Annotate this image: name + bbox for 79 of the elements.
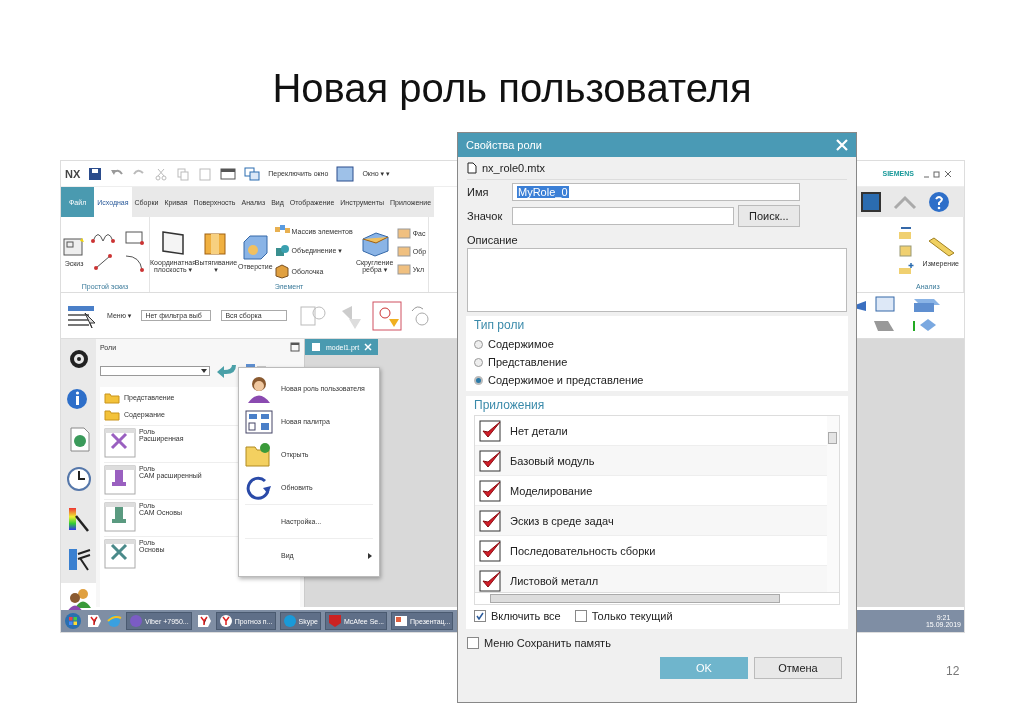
slides-icon <box>394 614 409 628</box>
icon-field[interactable] <box>512 207 734 225</box>
checkbox[interactable] <box>479 479 501 502</box>
close-icon[interactable] <box>836 139 848 151</box>
field-label: Описание <box>467 234 519 248</box>
radio-button[interactable] <box>474 339 483 349</box>
vertical-scrollbar[interactable] <box>827 416 839 592</box>
radio-label: Содержимое <box>488 338 554 350</box>
window-icon[interactable] <box>336 165 355 182</box>
hole-icon <box>241 232 270 261</box>
document-icon <box>467 162 477 174</box>
plane-icon <box>159 228 187 257</box>
start-icon[interactable] <box>64 612 82 630</box>
unite-icon <box>273 243 290 259</box>
clock-icon[interactable] <box>65 466 92 492</box>
role-card-icon <box>104 428 136 458</box>
caret-icon <box>201 369 207 373</box>
radio-label: Содержимое и представление <box>488 374 644 386</box>
browser-icon[interactable] <box>86 613 102 629</box>
display-icon[interactable] <box>860 191 882 213</box>
folder-icon <box>104 408 120 421</box>
checkbox-label: Только текущий <box>591 610 673 622</box>
save-icon[interactable] <box>88 166 103 181</box>
field-label: Значок <box>467 210 504 222</box>
field-label: Имя <box>467 186 490 198</box>
sketch-icon <box>62 235 86 258</box>
field-value: MyRole_0 <box>517 186 569 198</box>
close-icon <box>364 343 373 351</box>
app-logo: NX <box>65 167 81 180</box>
scroll-thumb[interactable] <box>490 594 780 603</box>
checkbox[interactable] <box>479 419 501 442</box>
open-folder-icon <box>245 440 273 469</box>
shell-icon <box>273 263 290 279</box>
palette-icon <box>245 407 273 436</box>
description-field[interactable] <box>467 248 847 312</box>
add-component-icon[interactable] <box>896 262 915 276</box>
horizontal-scrollbar[interactable] <box>474 593 840 605</box>
back-arrow-icon[interactable] <box>216 363 238 379</box>
checkbox[interactable] <box>479 449 501 472</box>
checkbox[interactable] <box>574 610 587 622</box>
section-title: Приложения <box>474 398 546 412</box>
slide-title: Новая роль пользователя <box>271 66 753 111</box>
checkbox[interactable] <box>474 610 486 622</box>
role-card-icon <box>104 465 136 495</box>
checkbox-label: Меню Сохранить память <box>484 637 611 649</box>
help-icon[interactable] <box>928 191 950 213</box>
cancel-button[interactable]: Отмена <box>754 657 842 679</box>
submenu-arrow-icon <box>367 551 373 560</box>
roles-dropdown[interactable] <box>100 366 210 376</box>
checkbox[interactable] <box>479 539 501 562</box>
checkbox[interactable] <box>479 509 501 532</box>
section-title: Тип роли <box>474 318 526 332</box>
page-number: 12 <box>946 664 960 678</box>
name-field[interactable]: MyRole_0 <box>512 183 800 201</box>
checkbox[interactable] <box>479 569 501 592</box>
maximize-icon[interactable] <box>290 342 300 352</box>
role-card-icon <box>104 502 136 532</box>
checkbox[interactable] <box>467 637 479 649</box>
search-button[interactable]: Поиск... <box>738 205 800 227</box>
list-row[interactable]: Листовой металл <box>475 566 827 592</box>
role-card-icon <box>104 539 136 569</box>
shield-icon <box>327 614 342 628</box>
switch-window-icon[interactable] <box>244 166 261 181</box>
browser-icon <box>218 614 233 628</box>
browser-icon[interactable] <box>195 613 212 629</box>
radio-label: Представление <box>488 356 568 368</box>
file-name: nx_role0.mtx <box>482 162 545 174</box>
checkbox-label: Включить все <box>491 610 561 622</box>
folder-icon <box>104 391 120 404</box>
list-row[interactable]: Базовый модуль <box>475 446 827 476</box>
list-row[interactable]: Эскиз в среде задач <box>475 506 827 536</box>
scroll-thumb[interactable] <box>828 432 837 444</box>
user-icon <box>245 374 273 403</box>
radio-button[interactable] <box>474 375 483 385</box>
radio-button[interactable] <box>474 357 483 367</box>
window-icon[interactable] <box>220 166 237 181</box>
part-icon <box>311 342 321 352</box>
dialog-title: Свойства роли <box>466 139 542 151</box>
checkmark-icon <box>476 612 484 620</box>
